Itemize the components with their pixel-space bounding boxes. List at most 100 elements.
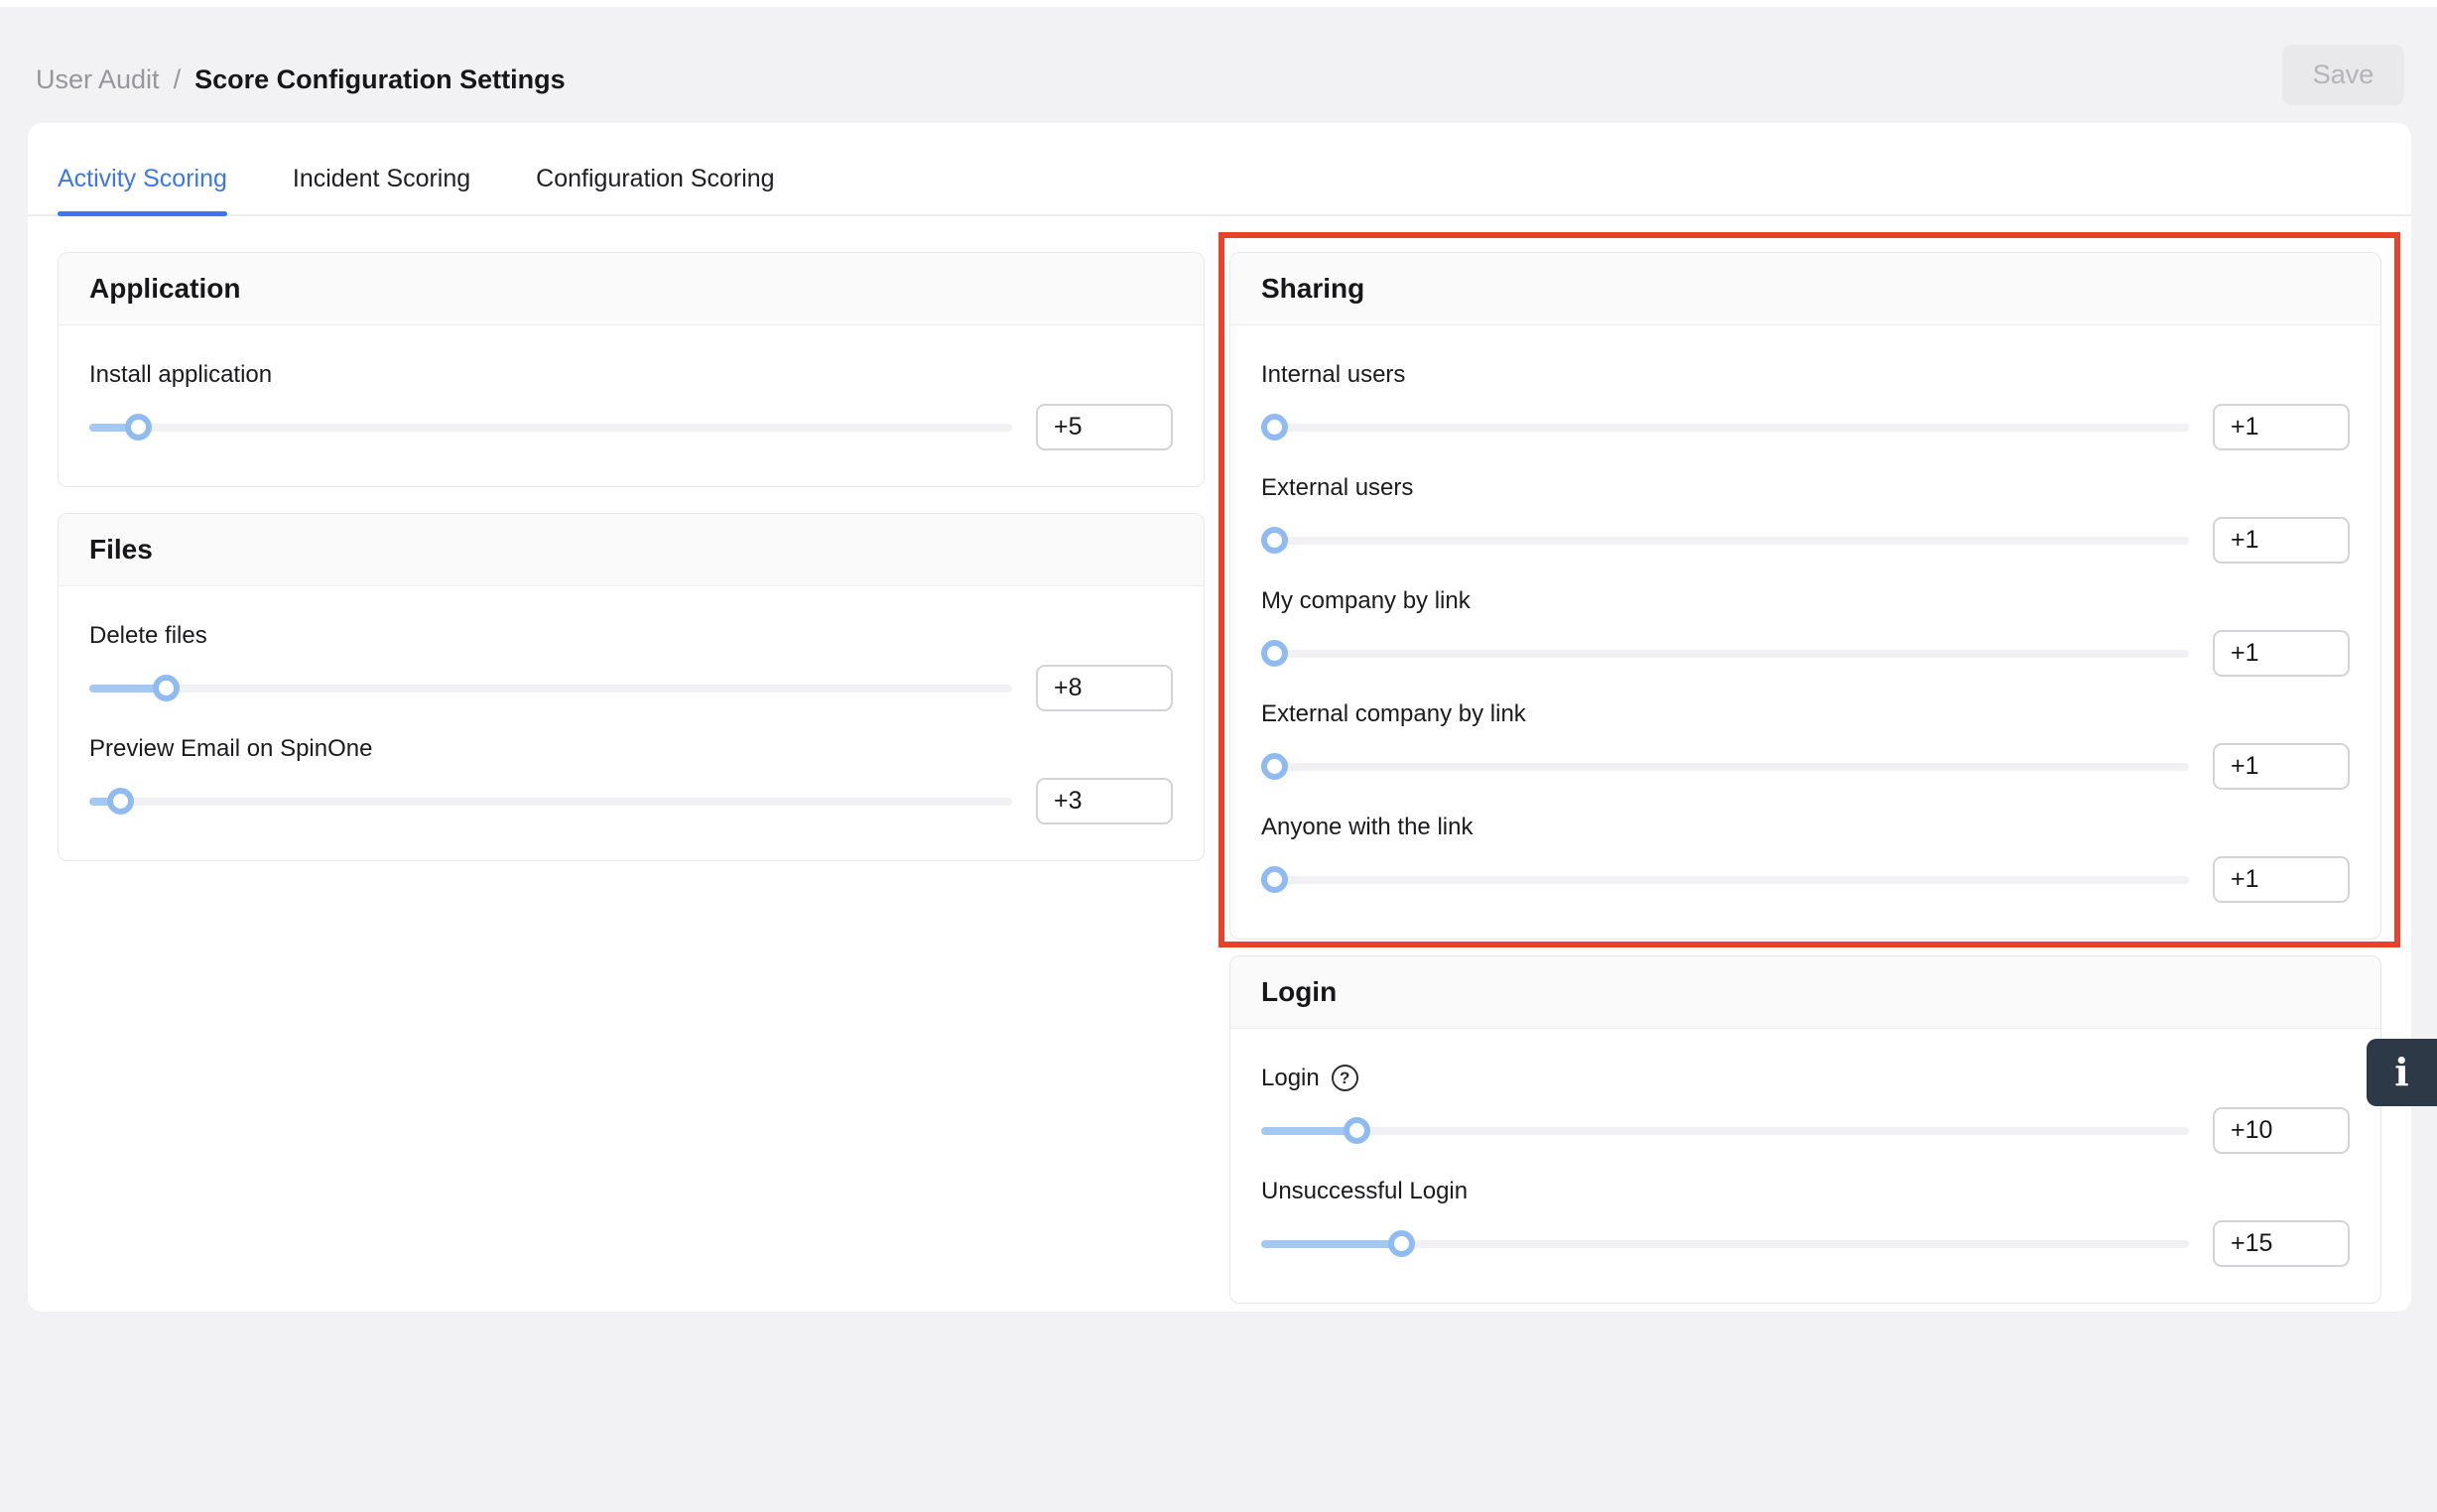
value-input-preview-email-on-spinone[interactable] [1036, 778, 1173, 824]
slider-row-delete-files [89, 665, 1173, 711]
info-panel-toggle[interactable]: i [2367, 1039, 2437, 1106]
slider-label-text: Internal users [1261, 361, 1405, 388]
slider-delete-files[interactable] [89, 675, 1012, 701]
slider-group-external-users: External users [1261, 474, 2350, 564]
card-body-files: Delete files Preview Email on SpinOne [59, 586, 1204, 860]
slider-label-install-application: Install application [89, 361, 1173, 388]
slider-handle[interactable] [107, 788, 134, 815]
save-button[interactable]: Save [2282, 45, 2404, 105]
slider-handle[interactable] [1344, 1117, 1370, 1144]
slider-group-login: Login? [1261, 1065, 2350, 1154]
slider-label-text: External users [1261, 474, 1413, 501]
slider-group-unsuccessful-login: Unsuccessful Login [1261, 1178, 2350, 1267]
slider-my-company-by-link[interactable] [1261, 640, 2189, 667]
slider-row-login [1261, 1107, 2350, 1154]
slider-track[interactable] [1261, 650, 2189, 658]
slider-row-unsuccessful-login [1261, 1220, 2350, 1267]
slider-track[interactable] [89, 798, 1012, 806]
slider-row-preview-email-on-spinone [89, 778, 1173, 824]
slider-label-preview-email-on-spinone: Preview Email on SpinOne [89, 735, 1173, 762]
value-input-anyone-with-the-link[interactable] [2213, 856, 2350, 903]
slider-track[interactable] [1261, 537, 2189, 545]
slider-label-unsuccessful-login: Unsuccessful Login [1261, 1178, 2350, 1204]
slider-track[interactable] [1261, 424, 2189, 432]
value-input-delete-files[interactable] [1036, 665, 1173, 711]
help-icon[interactable]: ? [1332, 1065, 1358, 1091]
slider-label-text: Install application [89, 361, 272, 388]
slider-external-company-by-link[interactable] [1261, 753, 2189, 780]
info-icon: i [2394, 1054, 2408, 1091]
slider-preview-email-on-spinone[interactable] [89, 788, 1012, 815]
slider-group-my-company-by-link: My company by link [1261, 587, 2350, 677]
slider-label-text: External company by link [1261, 700, 1526, 727]
slider-label-text: Unsuccessful Login [1261, 1178, 1468, 1204]
card-title-sharing: Sharing [1230, 253, 2380, 325]
slider-row-anyone-with-the-link [1261, 856, 2350, 903]
slider-group-delete-files: Delete files [89, 622, 1173, 711]
slider-row-install-application [89, 404, 1173, 450]
slider-handle[interactable] [1261, 414, 1288, 441]
slider-login[interactable] [1261, 1117, 2189, 1144]
card-columns: Application Install application FilesDelet… [28, 252, 2411, 1304]
slider-label-text: Delete files [89, 622, 207, 649]
value-input-internal-users[interactable] [2213, 404, 2350, 450]
slider-label-text: Anyone with the link [1261, 814, 1473, 840]
slider-label-my-company-by-link: My company by link [1261, 587, 2350, 614]
slider-track[interactable] [1261, 1127, 2189, 1135]
slider-track[interactable] [89, 424, 1012, 432]
page-title: Score Configuration Settings [194, 64, 566, 95]
breadcrumb: User Audit / Score Configuration Setting… [36, 64, 566, 95]
card-title-application: Application [59, 253, 1204, 325]
slider-handle[interactable] [153, 675, 180, 701]
value-input-external-users[interactable] [2213, 517, 2350, 564]
card-application: Application Install application [58, 252, 1205, 487]
highlight-outline: Sharing Internal users External users My co… [1218, 232, 2400, 947]
right-column: Sharing Internal users External users My co… [1229, 252, 2381, 1304]
slider-handle[interactable] [125, 414, 152, 441]
slider-label-external-company-by-link: External company by link [1261, 700, 2350, 727]
page-header: User Audit / Score Configuration Setting… [0, 7, 2437, 116]
slider-row-my-company-by-link [1261, 630, 2350, 677]
card-files: FilesDelete filesPreview Email on SpinOn… [58, 513, 1205, 861]
slider-label-text: Login [1261, 1065, 1320, 1091]
slider-row-external-users [1261, 517, 2350, 564]
slider-group-install-application: Install application [89, 361, 1173, 450]
slider-handle[interactable] [1261, 866, 1288, 893]
slider-label-text: My company by link [1261, 587, 1471, 614]
settings-panel: Activity Scoring Incident Scoring Configur… [28, 123, 2411, 1312]
slider-internal-users[interactable] [1261, 414, 2189, 441]
tab-activity-scoring[interactable]: Activity Scoring [58, 165, 227, 214]
slider-handle[interactable] [1388, 1230, 1415, 1257]
value-input-install-application[interactable] [1036, 404, 1173, 450]
card-sharing: Sharing Internal users External users My co… [1229, 252, 2381, 940]
value-input-my-company-by-link[interactable] [2213, 630, 2350, 677]
value-input-external-company-by-link[interactable] [2213, 743, 2350, 790]
slider-install-application[interactable] [89, 414, 1012, 441]
slider-track[interactable] [1261, 763, 2189, 771]
slider-label-text: Preview Email on SpinOne [89, 735, 372, 762]
slider-group-external-company-by-link: External company by link [1261, 700, 2350, 790]
breadcrumb-separator: / [174, 64, 182, 95]
slider-label-login: Login? [1261, 1065, 2350, 1091]
card-login: LoginLogin?Unsuccessful Login [1229, 955, 2381, 1304]
slider-row-internal-users [1261, 404, 2350, 450]
breadcrumb-parent-link[interactable]: User Audit [36, 64, 160, 95]
slider-handle[interactable] [1261, 640, 1288, 667]
slider-external-users[interactable] [1261, 527, 2189, 554]
slider-handle[interactable] [1261, 527, 1288, 554]
tab-incident-scoring[interactable]: Incident Scoring [293, 165, 470, 214]
slider-group-internal-users: Internal users [1261, 361, 2350, 450]
left-column: Application Install application FilesDelet… [58, 252, 1205, 861]
card-title-login: Login [1230, 956, 2380, 1029]
tab-configuration-scoring[interactable]: Configuration Scoring [536, 165, 774, 214]
slider-unsuccessful-login[interactable] [1261, 1230, 2189, 1257]
card-body-sharing: Internal users External users My company b… [1230, 325, 2380, 939]
slider-label-internal-users: Internal users [1261, 361, 2350, 388]
value-input-unsuccessful-login[interactable] [2213, 1220, 2350, 1267]
slider-track[interactable] [89, 685, 1012, 693]
value-input-login[interactable] [2213, 1107, 2350, 1154]
slider-track[interactable] [1261, 876, 2189, 884]
tab-bar: Activity Scoring Incident Scoring Configur… [28, 123, 2411, 216]
slider-handle[interactable] [1261, 753, 1288, 780]
slider-anyone-with-the-link[interactable] [1261, 866, 2189, 893]
